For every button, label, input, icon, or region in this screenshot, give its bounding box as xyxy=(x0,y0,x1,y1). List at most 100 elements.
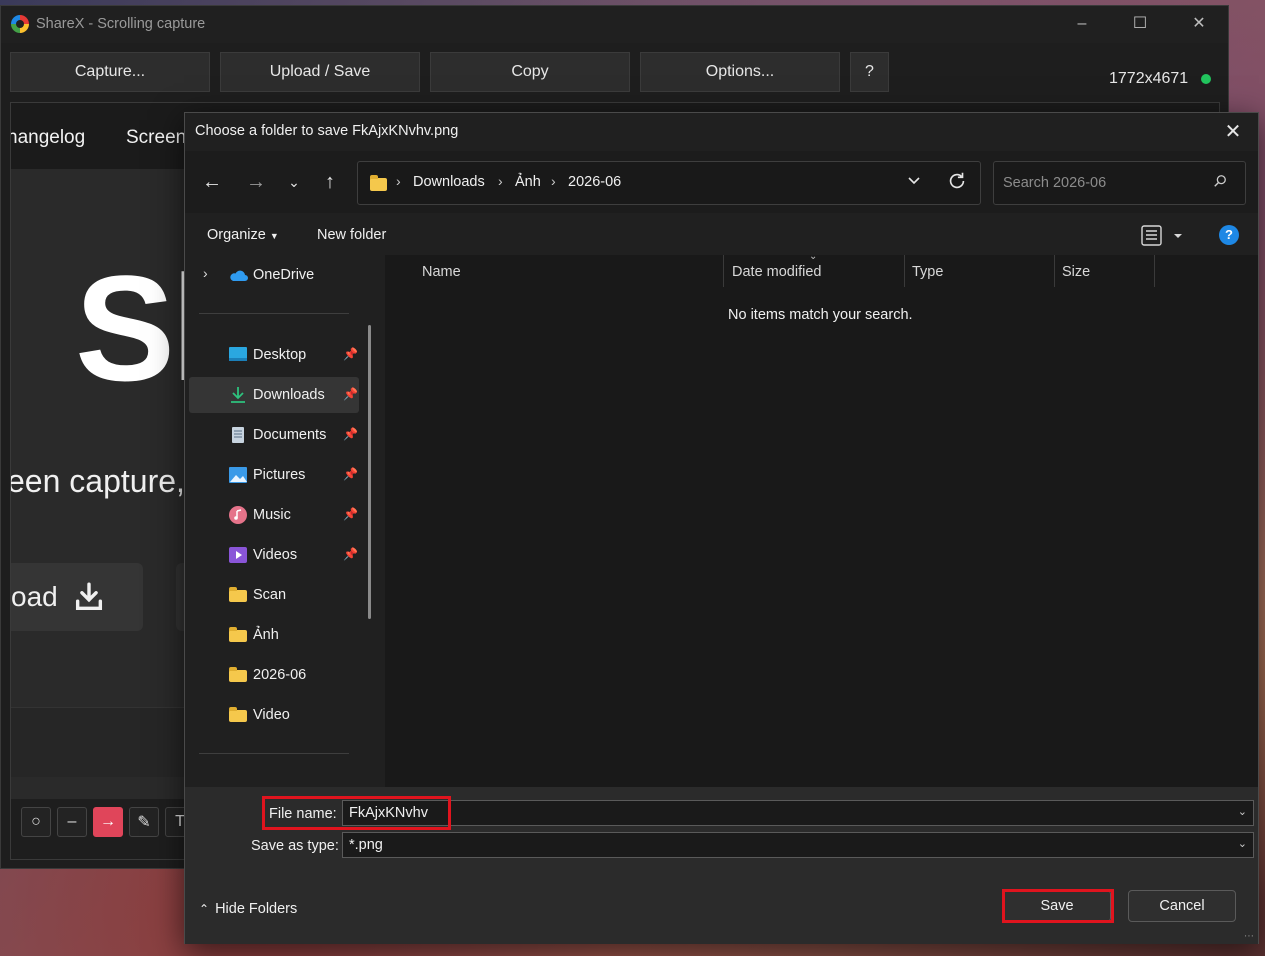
pen-tool-icon[interactable]: ✎ xyxy=(129,807,159,837)
search-input[interactable] xyxy=(994,162,1204,204)
file-list[interactable]: Name ⌄ Date modified Type Size No items … xyxy=(385,251,1258,787)
folder-icon xyxy=(229,707,247,722)
ellipse-tool-icon[interactable]: ○ xyxy=(21,807,51,837)
nav-item-documents[interactable]: Documents 📌 xyxy=(189,417,359,453)
download-icon xyxy=(75,582,102,611)
refresh-icon[interactable] xyxy=(946,170,968,192)
search-icon[interactable] xyxy=(1213,174,1227,188)
up-arrow-icon[interactable]: ↑ xyxy=(317,169,343,195)
downloads-icon xyxy=(231,387,245,403)
nav-separator xyxy=(199,313,349,314)
preview-nav-changelog: hangelog xyxy=(10,127,86,148)
sharex-toolbar: Capture... Upload / Save Copy Options...… xyxy=(1,52,1228,94)
nav-item-2026-06[interactable]: 2026-06 xyxy=(189,657,359,693)
view-options-icon[interactable] xyxy=(1141,225,1185,247)
desktop-icon xyxy=(229,347,247,361)
videos-icon xyxy=(229,547,247,563)
save-type-select[interactable]: *.png ⌄ xyxy=(342,832,1254,858)
hide-folders-toggle[interactable]: ⌃ Hide Folders xyxy=(199,901,297,917)
nav-label-onedrive: OneDrive xyxy=(253,267,315,283)
breadcrumb-downloads[interactable]: Downloads xyxy=(413,174,485,190)
column-header-size[interactable]: Size xyxy=(1062,264,1090,280)
sharex-titlebar: ShareX - Scrolling capture – ☐ ✕ xyxy=(1,6,1228,43)
column-divider[interactable] xyxy=(723,255,724,287)
organize-button[interactable]: Organize ▼ xyxy=(207,227,279,243)
save-type-dropdown-icon[interactable]: ⌄ xyxy=(1238,837,1247,850)
nav-pane-scrollbar[interactable] xyxy=(368,325,371,619)
new-folder-button[interactable]: New folder xyxy=(317,227,386,243)
nav-label-scan: Scan xyxy=(253,587,287,603)
sharex-logo-icon xyxy=(11,15,29,33)
recent-locations-chevron-icon[interactable]: ⌄ xyxy=(281,169,307,195)
breadcrumb-2026-06[interactable]: 2026-06 xyxy=(568,174,621,190)
nav-item-video[interactable]: Video xyxy=(189,697,359,733)
nav-item-onedrive[interactable]: › OneDrive xyxy=(189,257,359,293)
save-button-highlight xyxy=(1002,889,1114,923)
command-bar: Organize ▼ New folder xyxy=(185,213,1258,255)
forward-arrow-icon[interactable]: → xyxy=(243,169,269,195)
sort-chevron-icon: ⌄ xyxy=(809,251,818,262)
dialog-close-icon[interactable]: ✕ xyxy=(1218,118,1248,146)
address-bar[interactable]: › Downloads › Ảnh › 2026-06 xyxy=(357,161,981,205)
resize-grip-icon[interactable]: ⋯ xyxy=(1244,931,1254,942)
pin-icon[interactable]: 📌 xyxy=(343,387,358,401)
music-icon xyxy=(229,506,247,524)
save-type-value: *.png xyxy=(349,837,383,853)
search-box[interactable] xyxy=(993,161,1246,205)
nav-label-2026-06: 2026-06 xyxy=(253,667,307,683)
expand-chevron-icon[interactable]: › xyxy=(203,265,208,281)
nav-item-anh[interactable]: Ảnh xyxy=(189,617,359,653)
minimize-icon[interactable]: – xyxy=(1068,12,1096,36)
column-divider[interactable] xyxy=(904,255,905,287)
line-tool-icon[interactable]: – xyxy=(57,807,87,837)
folder-icon xyxy=(229,587,247,602)
column-header-date-modified[interactable]: Date modified xyxy=(732,264,821,280)
arrow-tool-icon[interactable]: → xyxy=(93,807,123,837)
file-name-input[interactable]: FkAjxKNvhv ⌄ xyxy=(342,800,1254,826)
nav-item-music[interactable]: Music 📌 xyxy=(189,497,359,533)
pin-icon[interactable]: 📌 xyxy=(343,467,358,481)
close-icon[interactable]: ✕ xyxy=(1185,12,1213,36)
back-arrow-icon[interactable]: ← xyxy=(199,169,225,195)
nav-item-pictures[interactable]: Pictures 📌 xyxy=(189,457,359,493)
onedrive-icon xyxy=(230,270,248,281)
capture-button[interactable]: Capture... xyxy=(10,52,210,92)
pin-icon[interactable]: 📌 xyxy=(343,547,358,561)
organize-dropdown-icon: ▼ xyxy=(269,231,279,241)
file-name-highlight xyxy=(262,796,451,830)
address-dropdown-chevron-icon[interactable] xyxy=(906,172,922,188)
nav-item-videos[interactable]: Videos 📌 xyxy=(189,537,359,573)
file-name-dropdown-icon[interactable]: ⌄ xyxy=(1238,805,1247,818)
hide-folders-label: Hide Folders xyxy=(215,901,298,917)
folder-icon xyxy=(229,667,247,682)
breadcrumb-separator: › xyxy=(396,173,401,189)
nav-label-documents: Documents xyxy=(253,427,327,443)
column-divider[interactable] xyxy=(1054,255,1055,287)
chevron-up-icon: ⌃ xyxy=(199,902,210,916)
maximize-icon[interactable]: ☐ xyxy=(1126,12,1154,36)
nav-label-downloads: Downloads xyxy=(253,387,325,403)
nav-label-videos: Videos xyxy=(253,547,298,563)
breadcrumb-separator: › xyxy=(551,173,556,189)
pin-icon[interactable]: 📌 xyxy=(343,427,358,441)
save-type-label: Save as type: xyxy=(251,838,339,854)
nav-item-downloads[interactable]: Downloads 📌 xyxy=(189,377,359,413)
save-dialog: Choose a folder to save FkAjxKNvhv.png ✕… xyxy=(184,112,1259,944)
upload-save-button[interactable]: Upload / Save xyxy=(220,52,420,92)
copy-button[interactable]: Copy xyxy=(430,52,630,92)
column-header-type[interactable]: Type xyxy=(912,264,943,280)
column-header-name[interactable]: Name xyxy=(422,264,461,280)
nav-item-desktop[interactable]: Desktop 📌 xyxy=(189,337,359,373)
help-button[interactable]: ? xyxy=(850,52,889,92)
pin-icon[interactable]: 📌 xyxy=(343,347,358,361)
documents-icon xyxy=(232,427,244,443)
help-icon[interactable]: ? xyxy=(1219,225,1239,245)
column-divider[interactable] xyxy=(1154,255,1155,287)
organize-label: Organize xyxy=(207,227,266,243)
options-button[interactable]: Options... xyxy=(640,52,840,92)
pin-icon[interactable]: 📌 xyxy=(343,507,358,521)
breadcrumb-anh[interactable]: Ảnh xyxy=(515,174,541,190)
cancel-button[interactable]: Cancel xyxy=(1128,890,1236,922)
nav-item-scan[interactable]: Scan xyxy=(189,577,359,613)
breadcrumb-separator: › xyxy=(498,173,503,189)
